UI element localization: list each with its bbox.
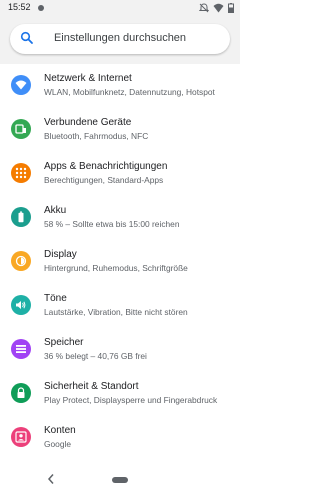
storage-icon (11, 339, 31, 359)
search-bar[interactable]: Einstellungen durchsuchen (10, 24, 230, 54)
wifi-icon (11, 75, 31, 95)
item-subtitle: Lautstärke, Vibration, Bitte nicht störe… (44, 307, 188, 317)
item-subtitle: 58 % – Sollte etwa bis 15:00 reichen (44, 219, 180, 229)
item-subtitle: 36 % belegt – 40,76 GB frei (44, 351, 147, 361)
status-bar: 15:52 (0, 0, 240, 16)
item-title: Speicher (44, 337, 84, 348)
do-not-disturb-off-icon (199, 3, 209, 13)
volume-icon (11, 295, 31, 315)
item-title: Sicherheit & Standort (44, 381, 139, 392)
status-time: 15:52 (8, 2, 31, 12)
item-title: Akku (44, 205, 67, 216)
settings-item-battery[interactable]: Akku 58 % – Sollte etwa bis 15:00 reiche… (0, 198, 240, 242)
item-title: Display (44, 249, 77, 260)
settings-item-accounts[interactable]: Konten Google (0, 418, 240, 462)
home-pill-icon[interactable] (112, 477, 128, 483)
account-icon (11, 427, 31, 447)
item-subtitle: Bluetooth, Fahrmodus, NFC (44, 131, 149, 141)
item-title: Verbundene Geräte (44, 117, 132, 128)
settings-item-display[interactable]: Display Hintergrund, Ruhemodus, Schriftg… (0, 242, 240, 286)
item-title: Töne (44, 293, 67, 304)
lock-icon (11, 383, 31, 403)
item-subtitle: WLAN, Mobilfunknetz, Datennutzung, Hotsp… (44, 87, 215, 97)
settings-item-apps[interactable]: Apps & Benachrichtigungen Berechtigungen… (0, 154, 240, 198)
settings-item-storage[interactable]: Speicher 36 % belegt – 40,76 GB frei (0, 330, 240, 374)
battery-icon (228, 3, 234, 13)
apps-grid-icon (11, 163, 31, 183)
settings-item-devices[interactable]: Verbundene Geräte Bluetooth, Fahrmodus, … (0, 110, 240, 154)
back-chevron-icon[interactable] (47, 473, 55, 485)
settings-item-sound[interactable]: Töne Lautstärke, Vibration, Bitte nicht … (0, 286, 240, 330)
item-title: Netzwerk & Internet (44, 73, 132, 84)
notification-dot-icon (38, 5, 44, 11)
item-title: Konten (44, 425, 76, 436)
item-subtitle: Berechtigungen, Standard-Apps (44, 175, 164, 185)
settings-item-security[interactable]: Sicherheit & Standort Play Protect, Disp… (0, 374, 240, 418)
status-icons (199, 2, 234, 14)
wifi-icon (213, 3, 224, 13)
item-subtitle: Hintergrund, Ruhemodus, Schriftgröße (44, 263, 188, 273)
settings-list: Netzwerk & Internet WLAN, Mobilfunknetz,… (0, 66, 240, 462)
settings-item-network[interactable]: Netzwerk & Internet WLAN, Mobilfunknetz,… (0, 66, 240, 110)
search-placeholder: Einstellungen durchsuchen (53, 32, 187, 44)
devices-icon (11, 119, 31, 139)
battery-icon (11, 207, 31, 227)
item-subtitle: Play Protect, Displaysperre und Fingerab… (44, 395, 218, 405)
item-title: Apps & Benachrichtigungen (44, 161, 168, 172)
item-subtitle: Google (44, 439, 72, 449)
brightness-icon (11, 251, 31, 271)
